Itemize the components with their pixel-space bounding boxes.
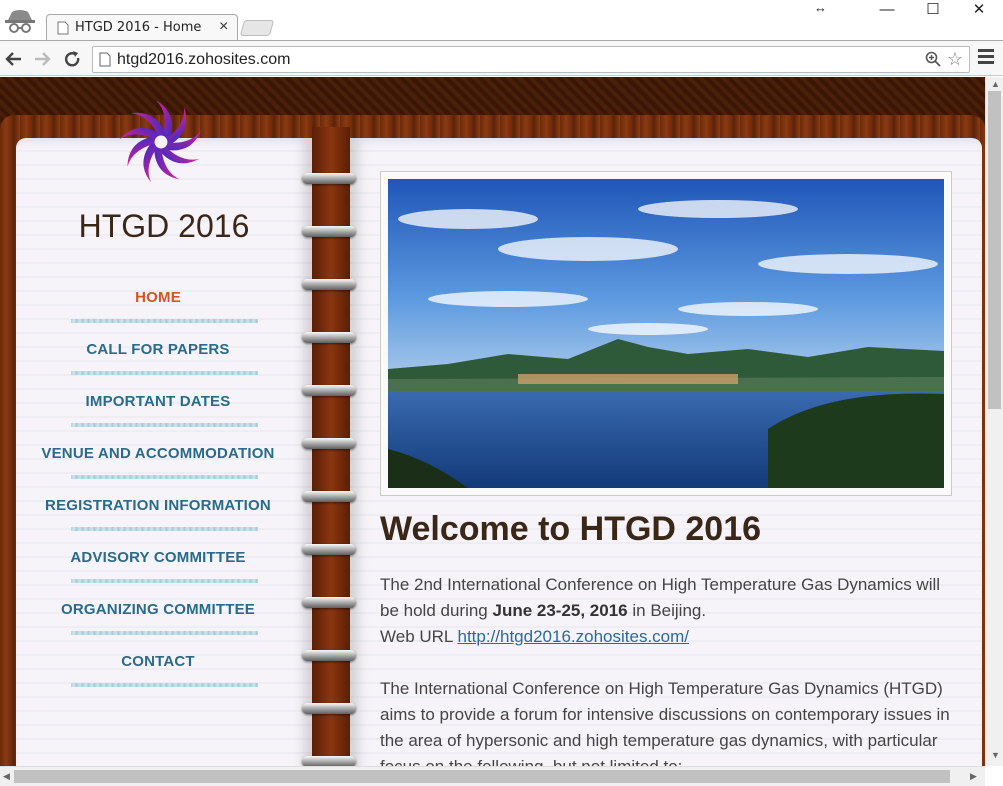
url-text[interactable]: htgd2016.zohosites.com <box>117 51 290 69</box>
nav-item-call-for-papers[interactable]: CALL FOR PAPERS <box>16 335 300 387</box>
menu-icon[interactable] <box>978 49 994 67</box>
nav-item-label: CALL FOR PAPERS <box>86 341 230 358</box>
nav-item-label: ADVISORY COMMITTEE <box>70 549 246 566</box>
binder-ring <box>302 279 356 290</box>
nav-item-label: REGISTRATION INFORMATION <box>45 497 271 514</box>
binder-ring <box>302 703 356 714</box>
binder-ring <box>302 438 356 449</box>
conference-dates: June 23-25, 2016 <box>492 601 628 620</box>
minimize-button[interactable]: — <box>864 0 910 22</box>
logo-icon <box>119 100 201 183</box>
zoom-icon[interactable] <box>925 51 941 71</box>
site-title: HTGD 2016 <box>78 208 250 244</box>
maximize-button[interactable]: ☐ <box>910 0 956 22</box>
scroll-right-icon[interactable]: ▶ <box>970 771 977 782</box>
page-heading: Welcome to HTGD 2016 <box>380 510 762 548</box>
nav-item-organizing[interactable]: ORGANIZING COMMITTEE <box>16 595 300 647</box>
nav-item-important-dates[interactable]: IMPORTANT DATES <box>16 387 300 439</box>
browser-tab[interactable]: HTGD 2016 - Home × <box>46 14 238 41</box>
binder-ring <box>302 491 356 502</box>
binder-ring <box>302 597 356 608</box>
web-url-label: Web URL <box>380 627 458 646</box>
web-url-link[interactable]: http://htgd2016.zohosites.com/ <box>457 627 689 646</box>
binder-ring <box>302 173 356 184</box>
horizontal-scrollbar[interactable]: ◀ ▶ <box>0 766 985 786</box>
hero-image <box>388 179 944 488</box>
nav-item-label: CONTACT <box>121 653 195 670</box>
scroll-left-icon[interactable]: ◀ <box>3 771 10 782</box>
nav-item-home[interactable]: HOME <box>16 283 300 335</box>
new-tab-button[interactable] <box>239 20 275 36</box>
nav-item-label: ORGANIZING COMMITTEE <box>61 601 255 618</box>
scroll-down-icon[interactable]: ▼ <box>991 750 1000 760</box>
incognito-icon <box>5 10 35 33</box>
page-icon <box>99 52 111 67</box>
close-window-button[interactable]: ✕ <box>956 0 1002 22</box>
nav-item-advisory[interactable]: ADVISORY COMMITTEE <box>16 543 300 595</box>
intro-text-location: in Beijing. <box>627 601 707 620</box>
forward-icon[interactable] <box>30 47 54 71</box>
binder-ring <box>302 332 356 343</box>
horizontal-scroll-thumb[interactable] <box>14 770 950 783</box>
hero-image-frame <box>380 171 952 496</box>
about-paragraph: The International Conference on High Tem… <box>380 679 950 776</box>
nav-item-label: IMPORTANT DATES <box>85 393 231 410</box>
scroll-up-icon[interactable]: ▲ <box>991 79 1000 89</box>
reload-icon[interactable] <box>60 47 84 71</box>
nav-item-label: HOME <box>135 289 181 306</box>
intro-paragraph: The 2nd International Conference on High… <box>380 572 960 780</box>
nav-item-registration[interactable]: REGISTRATION INFORMATION <box>16 491 300 543</box>
binder-ring <box>302 385 356 396</box>
page-icon <box>57 21 69 35</box>
binder-ring <box>302 544 356 555</box>
tab-title: HTGD 2016 - Home <box>75 20 202 35</box>
nav-item-label: VENUE AND ACCOMMODATION <box>41 445 275 462</box>
binder-ring <box>302 650 356 661</box>
back-icon[interactable] <box>2 47 26 71</box>
browser-tab-bar: HTGD 2016 - Home × ↔ — ☐ ✕ <box>0 0 1003 41</box>
address-bar[interactable]: htgd2016.zohosites.com ☆ <box>92 46 970 73</box>
nav-item-contact[interactable]: CONTACT <box>16 647 300 699</box>
resize-indicator-icon: ↔ <box>814 0 827 15</box>
sidebar-nav: HOME CALL FOR PAPERS IMPORTANT DATES VEN… <box>16 283 300 699</box>
star-icon[interactable]: ☆ <box>947 49 963 70</box>
tab-close-icon[interactable]: × <box>219 18 228 36</box>
nav-item-venue[interactable]: VENUE AND ACCOMMODATION <box>16 439 300 491</box>
browser-toolbar: htgd2016.zohosites.com ☆ <box>0 40 1003 76</box>
vertical-scroll-thumb[interactable] <box>988 91 1001 409</box>
vertical-scrollbar[interactable]: ▲ ▼ <box>985 77 1003 766</box>
